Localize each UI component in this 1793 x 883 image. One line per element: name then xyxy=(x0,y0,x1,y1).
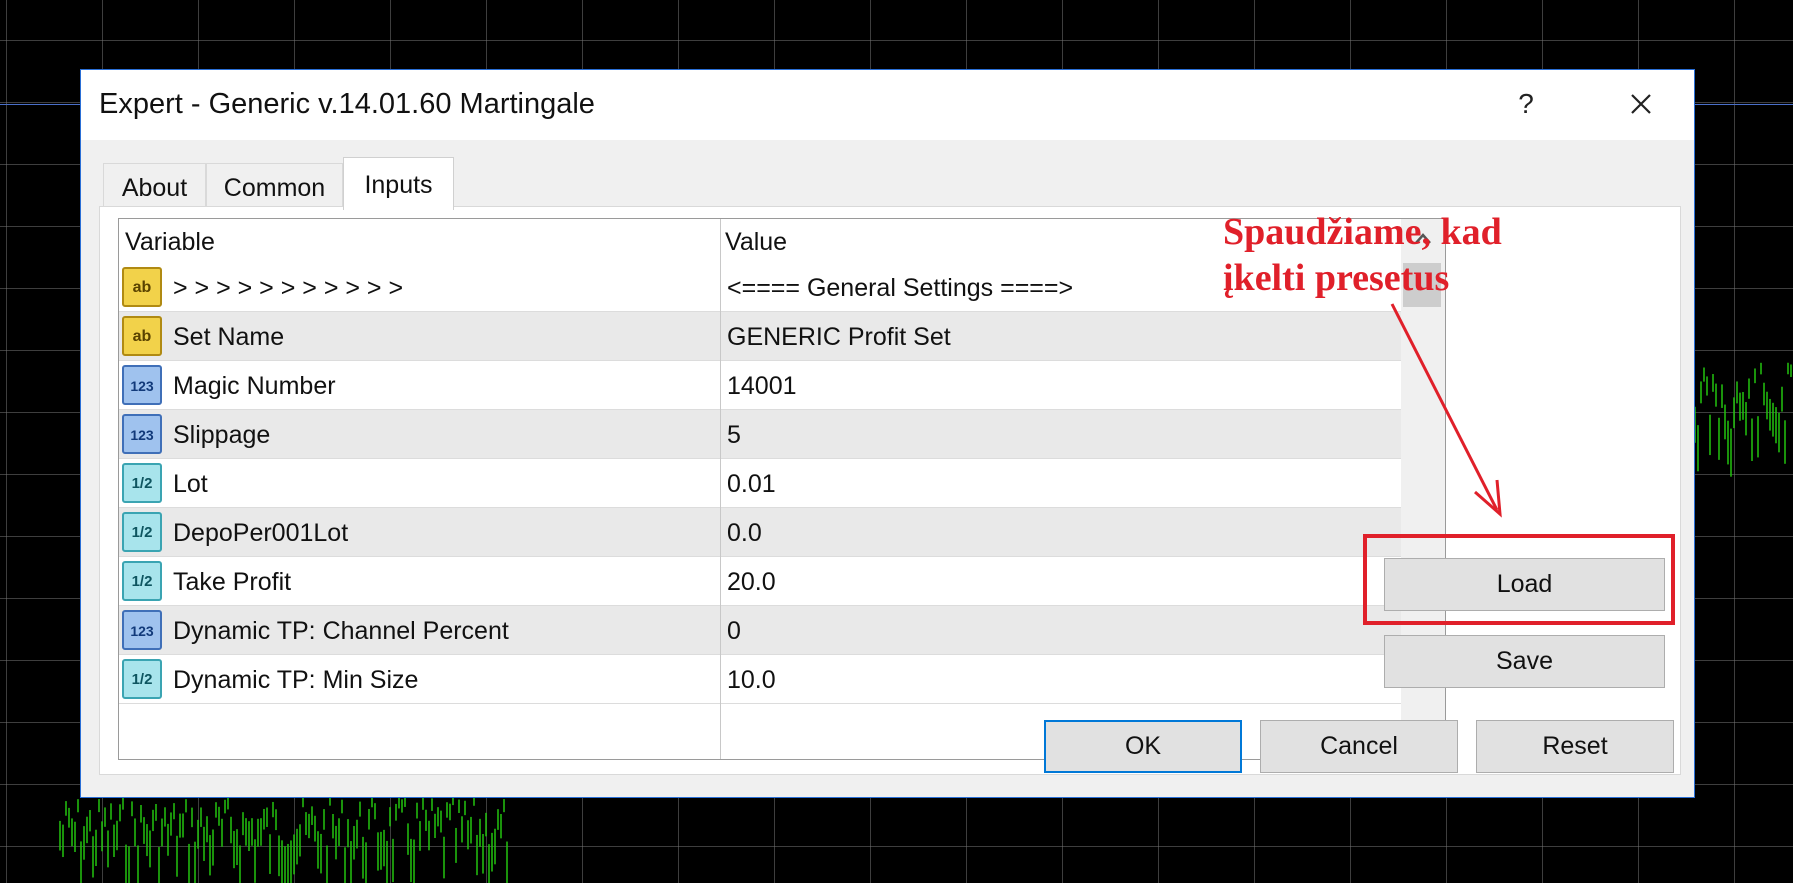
annotation-arrow xyxy=(1390,303,1502,518)
tab-inputs[interactable]: Inputs xyxy=(343,157,454,210)
